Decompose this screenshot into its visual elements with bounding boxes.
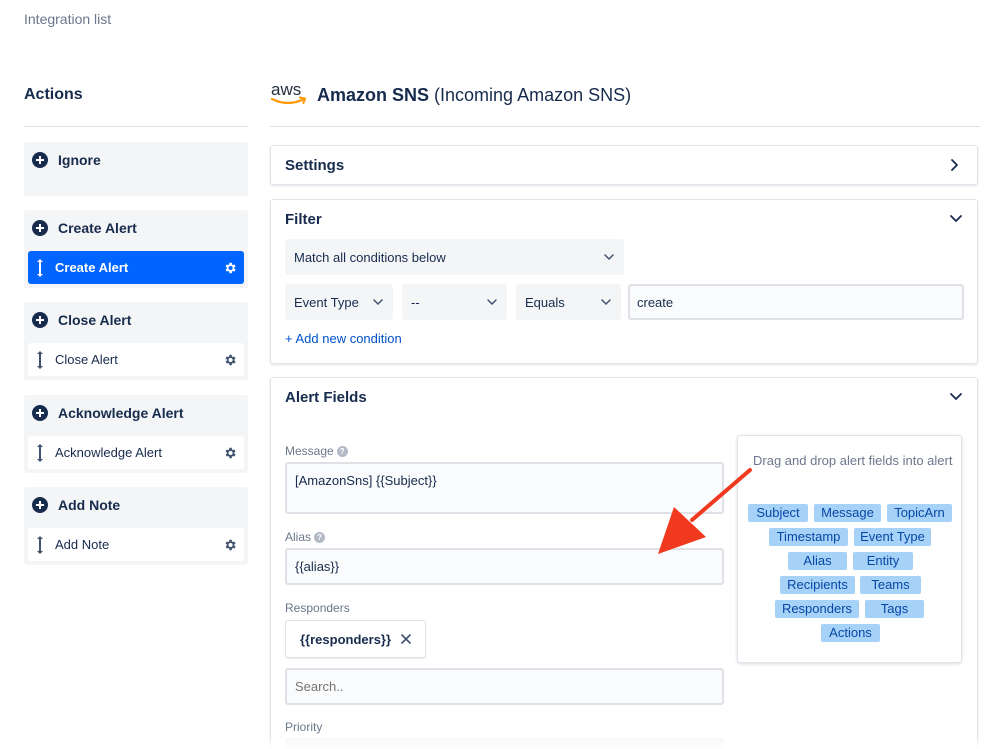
filter-panel: Filter Match all conditions below Event … (270, 199, 978, 364)
condition-not-select[interactable]: -- (402, 284, 507, 320)
plus-icon[interactable] (32, 312, 48, 328)
drag-handle-icon[interactable] (35, 535, 45, 555)
action-item-acknowledge-alert[interactable]: Acknowledge Alert (28, 436, 244, 469)
chevron-down-icon[interactable] (949, 211, 963, 225)
field-tag-entity[interactable]: Entity (853, 552, 913, 570)
select-value: Match all conditions below (294, 249, 446, 265)
action-item-close-alert[interactable]: Close Alert (28, 343, 244, 376)
action-group-close-alert: Close Alert Close Alert (24, 302, 248, 380)
action-group-ignore: Ignore (24, 142, 248, 196)
gear-icon[interactable] (223, 446, 237, 460)
field-tag-teams[interactable]: Teams (860, 576, 921, 594)
help-icon[interactable]: ? (336, 445, 348, 457)
message-label-text: Message (285, 444, 334, 458)
group-label: Close Alert (58, 312, 132, 328)
action-group-add-note: Add Note Add Note (24, 487, 248, 565)
plus-icon[interactable] (32, 220, 48, 236)
field-tag-tags[interactable]: Tags (865, 600, 924, 618)
page-title-rest: (Incoming Amazon SNS) (429, 85, 632, 105)
drag-handle-icon[interactable] (35, 350, 45, 370)
aws-logo: aws (270, 80, 308, 108)
responders-search-input[interactable] (285, 668, 724, 705)
priority-label: Priority (285, 720, 323, 734)
gear-icon[interactable] (223, 538, 237, 552)
settings-title: Settings (285, 157, 345, 174)
action-item-label: Add Note (55, 537, 110, 552)
chevron-down-icon (486, 296, 498, 308)
field-tag-message[interactable]: Message (814, 504, 881, 522)
group-head-acknowledge-alert[interactable]: Acknowledge Alert (32, 404, 184, 422)
page-title-bold: Amazon SNS (317, 85, 430, 105)
group-head-ignore[interactable]: Ignore (32, 151, 101, 169)
alert-fields-title: Alert Fields (285, 389, 367, 406)
action-item-label: Create Alert (55, 260, 129, 275)
field-tag-alias[interactable]: Alias (788, 552, 847, 570)
chevron-right-icon[interactable] (947, 158, 961, 172)
field-tag-responders[interactable]: Responders (775, 600, 859, 618)
breadcrumb[interactable]: Integration list (24, 11, 111, 27)
chevron-down-icon[interactable] (949, 389, 963, 403)
condition-field-select[interactable]: Event Type (285, 284, 393, 320)
filter-title: Filter (285, 211, 322, 228)
responder-chip-label: {{responders}} (300, 631, 392, 647)
plus-icon[interactable] (32, 497, 48, 513)
action-item-label: Close Alert (55, 352, 118, 367)
drag-drop-fields-box: Drag and drop alert fields into alert Su… (737, 435, 962, 663)
aws-logo-text: aws (271, 80, 301, 99)
actions-divider (24, 126, 248, 127)
condition-operator-select[interactable]: Equals (516, 284, 621, 320)
group-label: Create Alert (58, 220, 137, 236)
action-group-acknowledge-alert: Acknowledge Alert Acknowledge Alert (24, 395, 248, 473)
group-label: Add Note (58, 497, 121, 513)
match-conditions-select[interactable]: Match all conditions below (285, 239, 624, 275)
chevron-down-icon (600, 296, 612, 308)
group-head-close-alert[interactable]: Close Alert (32, 311, 131, 329)
actions-title: Actions (24, 86, 83, 103)
field-tag-recipients[interactable]: Recipients (780, 576, 855, 594)
plus-icon[interactable] (32, 405, 48, 421)
field-tag-actions[interactable]: Actions (821, 624, 880, 642)
message-label: Message ? (285, 444, 348, 458)
chevron-down-icon (603, 251, 615, 263)
group-head-add-note[interactable]: Add Note (32, 496, 120, 514)
select-value: Equals (525, 294, 565, 310)
field-tag-event-type[interactable]: Event Type (854, 528, 931, 546)
bottom-fade (0, 735, 999, 749)
responders-label: Responders (285, 601, 350, 615)
settings-panel[interactable]: Settings (270, 145, 978, 185)
add-condition-link[interactable]: + Add new condition (285, 331, 402, 346)
condition-value-input[interactable]: create (628, 284, 964, 320)
page-title: Amazon SNS (Incoming Amazon SNS) (317, 85, 631, 106)
select-value: -- (411, 294, 420, 310)
close-icon[interactable] (401, 634, 411, 644)
help-icon[interactable]: ? (314, 531, 326, 543)
responder-chip: {{responders}} (285, 620, 427, 658)
plus-icon[interactable] (32, 152, 48, 168)
action-group-create-alert: Create Alert Create Alert (24, 210, 248, 288)
alias-label: Alias ? (285, 530, 326, 544)
drag-drop-instructions: Drag and drop alert fields into alert (753, 453, 953, 468)
group-label: Ignore (58, 152, 101, 168)
header-divider (270, 126, 980, 127)
group-label: Acknowledge Alert (58, 405, 184, 421)
field-tag-timestamp[interactable]: Timestamp (769, 528, 848, 546)
select-value: Event Type (294, 294, 359, 310)
action-item-label: Acknowledge Alert (55, 445, 162, 460)
field-tag-topicarn[interactable]: TopicArn (887, 504, 952, 522)
chevron-down-icon (372, 296, 384, 308)
action-item-add-note[interactable]: Add Note (28, 528, 244, 561)
alias-label-text: Alias (285, 530, 312, 544)
drag-handle-icon[interactable] (35, 443, 45, 463)
drag-handle-icon[interactable] (35, 258, 45, 278)
group-head-create-alert[interactable]: Create Alert (32, 219, 137, 237)
annotation-arrow-icon (640, 462, 765, 562)
action-item-create-alert[interactable]: Create Alert (28, 251, 244, 284)
gear-icon[interactable] (223, 353, 237, 367)
gear-icon[interactable] (223, 261, 237, 275)
